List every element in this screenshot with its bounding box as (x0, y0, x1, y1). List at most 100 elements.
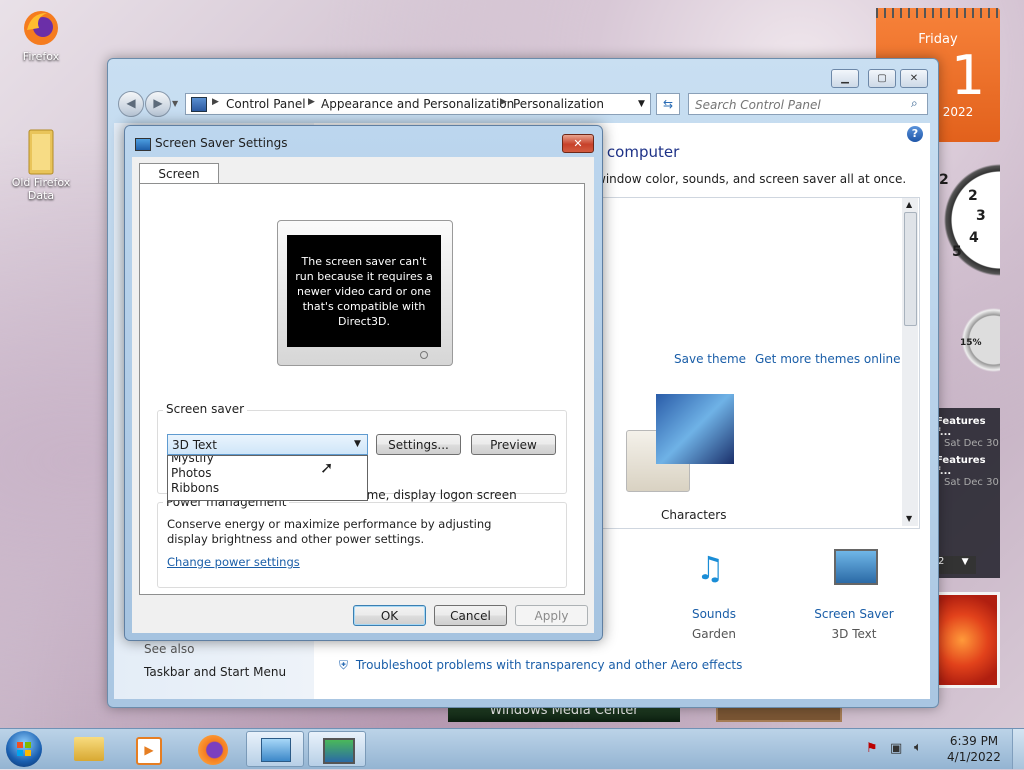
get-more-themes-link[interactable]: Get more themes online (755, 352, 901, 366)
resume-checkbox-label[interactable]: ume, display logon screen (359, 488, 517, 502)
clock-number: 4 (969, 230, 979, 246)
theme-item-label: Characters (661, 508, 727, 522)
forward-button[interactable]: ▶ (145, 91, 171, 117)
scrollbar-thumb[interactable] (904, 212, 917, 326)
cancel-button[interactable]: Cancel (434, 605, 507, 626)
taskbar-firefox-button[interactable] (184, 731, 242, 767)
power-description: Conserve energy or maximize performance … (167, 517, 492, 546)
dialog-body: Screen Saver The screen saver can't run … (132, 157, 594, 633)
folder-icon (21, 126, 61, 175)
maximize-button[interactable]: ▢ (868, 69, 896, 88)
address-dropdown-icon[interactable]: ▼ (638, 99, 645, 109)
feed-item[interactable]: Features f... Sat Dec 30 (936, 408, 1000, 449)
page-subheading: window color, sounds, and screen saver a… (596, 172, 907, 186)
dropdown-option-mystify[interactable]: Mystify (171, 456, 214, 465)
breadcrumb-personalization[interactable]: Personalization (513, 97, 604, 111)
calendar-rings (876, 8, 1000, 18)
taskbar: ▶ ⚑ ▣ 🔈︎ 6:39 PM 4/1/2022 (0, 728, 1024, 769)
screen-saver-title-icon (135, 138, 151, 151)
theme-list-scrollbar[interactable]: ▲ ▼ (902, 198, 918, 526)
screen-saver-settings-dialog[interactable]: Screen Saver Settings ✕ Screen Saver The… (124, 125, 603, 641)
screen-saver-link[interactable]: Screen Saver (804, 607, 904, 621)
desktop-icon-old-firefox-data[interactable]: Old Firefox Data (6, 126, 76, 202)
troubleshoot-row[interactable]: ⛨ Troubleshoot problems with transparenc… (339, 658, 742, 673)
screen-saver-group-label: Screen saver (163, 402, 248, 416)
close-icon: ✕ (909, 73, 919, 84)
sounds-link[interactable]: Sounds (674, 607, 754, 621)
screen-saver-value: 3D Text (831, 627, 877, 641)
dropdown-option-ribbons[interactable]: Ribbons (171, 481, 219, 495)
control-panel-icon (261, 738, 291, 762)
close-button[interactable]: ✕ (900, 69, 928, 88)
monitor-power-icon (420, 351, 428, 359)
screen-saver-dropdown-list[interactable]: Mystify Photos Ribbons (167, 455, 368, 501)
taskbar-media-player-button[interactable]: ▶ (118, 731, 176, 767)
chevron-down-icon[interactable]: ▼ (354, 439, 361, 449)
back-button[interactable]: ◀ (118, 91, 144, 117)
sounds-item[interactable]: ♫ Sounds Garden (674, 549, 754, 641)
arrow-left-icon: ◀ (126, 96, 136, 110)
start-button[interactable] (6, 731, 42, 767)
recent-pages-chevron-icon[interactable]: ▼ (172, 99, 178, 108)
taskbar-explorer-button[interactable] (60, 731, 118, 767)
apply-button[interactable]: Apply (515, 605, 588, 626)
chevron-right-icon: ▶ (212, 97, 219, 107)
breadcrumb-appearance[interactable]: Appearance and Personalization (321, 97, 514, 111)
search-icon[interactable]: ⌕ (911, 96, 918, 111)
preview-button[interactable]: Preview (471, 434, 556, 455)
save-theme-link[interactable]: Save theme (674, 352, 746, 366)
minimize-button[interactable]: ▁ (831, 69, 859, 88)
address-bar[interactable]: ▶ Control Panel ▶ Appearance and Persona… (185, 93, 651, 115)
feed-date: Sat Dec 30 (944, 477, 999, 488)
theme-preview-image (656, 394, 734, 464)
show-desktop-button[interactable] (1012, 729, 1024, 769)
tab-screen-saver[interactable]: Screen Saver (139, 163, 219, 201)
clock-time: 6:39 PM (949, 734, 999, 748)
ok-button[interactable]: OK (353, 605, 426, 626)
clock-gadget[interactable]: 2 2 3 4 5 (936, 158, 1000, 282)
screen-saver-selected: 3D Text (172, 438, 217, 452)
firefox-icon (21, 8, 61, 48)
help-icon[interactable]: ? (907, 126, 923, 142)
sounds-value: Garden (692, 627, 736, 641)
search-input[interactable] (693, 96, 902, 114)
see-also-heading: See also (144, 642, 195, 656)
search-box[interactable]: ⌕ (688, 93, 928, 115)
screen-saver-select[interactable]: 3D Text ▼ (167, 434, 368, 455)
close-icon: ✕ (573, 137, 583, 150)
clock-number: 5 (952, 244, 962, 260)
action-center-icon[interactable]: ⚑ (866, 741, 878, 756)
desktop-icon-firefox[interactable]: Firefox (6, 8, 76, 63)
mouse-cursor-icon: ➚ (320, 458, 334, 477)
breadcrumb-control-panel[interactable]: Control Panel (226, 97, 306, 111)
feed-item[interactable]: Features f... Sat Dec 30 (936, 449, 1000, 488)
cpu-meter-gadget[interactable]: 15% (936, 300, 1000, 380)
firefox-icon (198, 735, 228, 765)
volume-icon[interactable]: 🔈︎ (914, 740, 922, 755)
taskbar-control-panel-button[interactable] (246, 731, 304, 767)
screen-saver-item[interactable]: Screen Saver 3D Text (804, 549, 904, 641)
scroll-up-icon[interactable]: ▲ (906, 200, 912, 209)
troubleshoot-link[interactable]: Troubleshoot problems with transparency … (356, 658, 743, 672)
change-power-settings-link[interactable]: Change power settings (167, 555, 300, 569)
dialog-title: Screen Saver Settings (155, 136, 288, 150)
music-notes-icon: ♫ (696, 549, 725, 587)
slideshow-gadget[interactable] (936, 592, 1000, 688)
system-clock[interactable]: 6:39 PM 4/1/2022 (942, 733, 1006, 765)
refresh-button[interactable]: ⇆ (656, 93, 680, 115)
network-icon[interactable]: ▣ (890, 741, 902, 756)
screen-saver-icon (323, 738, 355, 764)
settings-button[interactable]: Settings... (376, 434, 461, 455)
feed-page-selector[interactable]: 2 ▼ (936, 556, 976, 574)
see-also-taskbar-link[interactable]: Taskbar and Start Menu (144, 665, 286, 679)
arrow-right-icon: ▶ (153, 96, 163, 110)
calendar-day: 1 (950, 44, 986, 107)
theme-list[interactable]: Save theme Get more themes online Charac… (586, 197, 920, 529)
dropdown-option-photos[interactable]: Photos (171, 466, 211, 480)
feed-title: Features f... (936, 416, 986, 438)
scroll-down-icon[interactable]: ▼ (906, 514, 912, 523)
taskbar-screen-saver-button[interactable] (308, 731, 366, 767)
dialog-close-button[interactable]: ✕ (562, 134, 594, 153)
feed-headlines-gadget[interactable]: Features f... Sat Dec 30 Features f... S… (936, 408, 1000, 578)
clock-number: 3 (976, 208, 986, 224)
